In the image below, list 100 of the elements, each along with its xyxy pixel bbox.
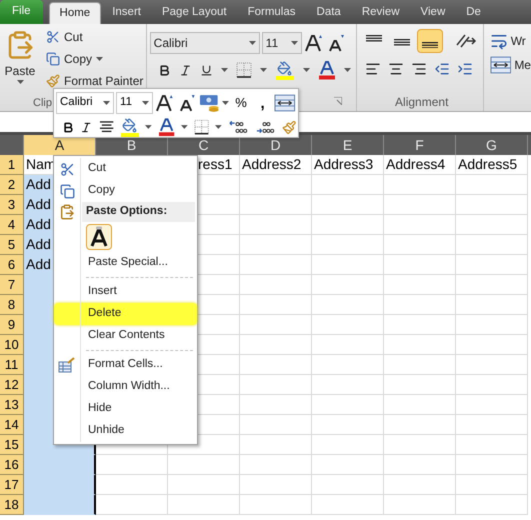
row-header[interactable]: 15 [0, 435, 24, 455]
fill-color-icon[interactable] [120, 118, 140, 136]
caret-icon [103, 101, 110, 105]
bold-icon[interactable] [62, 120, 74, 134]
row-header[interactable]: 2 [0, 175, 24, 195]
row-header[interactable]: 10 [0, 335, 24, 355]
cell [456, 415, 528, 435]
menu-item[interactable]: Column Width... [54, 376, 197, 398]
column-header[interactable]: A [24, 135, 96, 155]
decrease-indent-icon[interactable] [434, 61, 450, 77]
ribbon-tab[interactable]: Review [352, 2, 410, 24]
cell [312, 215, 384, 235]
wrap-text-button[interactable]: Wr [490, 32, 531, 50]
ribbon-tab[interactable]: De [456, 2, 491, 24]
row-header[interactable]: 5 [0, 235, 24, 255]
cell [312, 315, 384, 335]
row-header[interactable]: 11 [0, 355, 24, 375]
caret-icon [145, 125, 152, 129]
cell [312, 415, 384, 435]
menu-item[interactable]: Format Cells... [54, 354, 197, 376]
cell [240, 395, 312, 415]
accounting-format-icon[interactable] [198, 93, 220, 113]
cell [312, 395, 384, 415]
font-size-field[interactable]: 11 [262, 32, 302, 54]
font-name-field[interactable]: Calibri [150, 32, 260, 54]
italic-icon[interactable] [178, 64, 192, 76]
align-center-icon[interactable] [388, 61, 404, 77]
cell [240, 335, 312, 355]
border-icon[interactable] [236, 62, 252, 78]
row-header[interactable]: 8 [0, 295, 24, 315]
menu-item[interactable]: Insert [54, 281, 197, 303]
font-color-icon[interactable] [158, 117, 176, 137]
cell [456, 435, 528, 455]
ribbon-tab[interactable]: Data [306, 2, 351, 24]
ribbon-tab[interactable]: File [0, 0, 43, 24]
percent-button[interactable]: % [231, 93, 251, 113]
grow-font-icon[interactable] [155, 93, 176, 113]
cut-button[interactable]: Cut [46, 30, 144, 44]
italic-icon[interactable] [80, 120, 93, 134]
bold-icon[interactable] [158, 64, 171, 76]
center-align-icon[interactable] [98, 120, 114, 134]
underline-icon[interactable] [200, 64, 213, 76]
menu-item[interactable]: Clear Contents [54, 325, 197, 347]
cell [312, 175, 384, 195]
cell [312, 335, 384, 355]
merge-button[interactable]: Me [490, 56, 531, 74]
row-header[interactable]: 7 [0, 275, 24, 295]
border-icon[interactable] [194, 119, 209, 135]
paintbrush-icon [46, 74, 60, 88]
paintbrush-icon[interactable] [282, 120, 296, 134]
align-left-icon[interactable] [364, 61, 381, 77]
bottom-align-icon[interactable] [416, 29, 443, 53]
row-header[interactable]: 18 [0, 495, 24, 515]
font-size-field[interactable]: 11 [116, 92, 154, 114]
row-header[interactable]: 14 [0, 415, 24, 435]
ribbon-tab[interactable]: View [410, 2, 456, 24]
cell [456, 475, 528, 495]
format-painter-button[interactable]: Format Painter [46, 74, 144, 88]
row-header[interactable]: 9 [0, 315, 24, 335]
orientation-icon[interactable] [454, 33, 479, 49]
row-header[interactable]: 1 [0, 155, 24, 175]
merge-icon[interactable] [490, 56, 512, 74]
cell [240, 215, 312, 235]
menu-item[interactable]: Unhide [54, 420, 197, 442]
dialog-launcher-icon[interactable] [334, 97, 342, 105]
merge-center-icon[interactable] [274, 94, 296, 112]
row-header[interactable]: 13 [0, 395, 24, 415]
align-right-icon[interactable] [410, 61, 427, 77]
ribbon-tab[interactable]: Formulas [238, 2, 306, 24]
row-header[interactable]: 12 [0, 375, 24, 395]
copy-button[interactable]: Copy [46, 52, 144, 66]
ribbon-tab[interactable]: Insert [102, 2, 151, 24]
row-header[interactable]: 17 [0, 475, 24, 495]
shrink-font-icon[interactable] [177, 93, 197, 113]
comma-button[interactable]: , [252, 96, 272, 110]
cell [240, 295, 312, 315]
increase-decimal-icon[interactable] [228, 118, 249, 136]
cell [456, 175, 528, 195]
ribbon-tab[interactable]: Home [48, 2, 102, 24]
menu-item[interactable]: Hide [54, 398, 197, 420]
paste-option-button[interactable] [86, 224, 112, 250]
row-header[interactable]: 3 [0, 195, 24, 215]
ribbon-tab[interactable]: Page Layout [152, 2, 237, 24]
cell [240, 495, 312, 515]
row-header[interactable]: 6 [0, 255, 24, 275]
menu-item[interactable]: Delete [54, 303, 197, 325]
caret-icon [16, 80, 24, 84]
font-color-icon[interactable] [318, 60, 336, 80]
increase-indent-icon[interactable] [456, 61, 473, 77]
grow-font-icon[interactable] [304, 33, 324, 53]
row-header[interactable]: 16 [0, 455, 24, 475]
fill-color-icon[interactable] [274, 60, 295, 80]
row-header[interactable]: 4 [0, 215, 24, 235]
font-name-field[interactable]: Calibri [56, 92, 114, 114]
cell [312, 435, 384, 455]
cell [240, 235, 312, 255]
cell [168, 495, 240, 515]
cell [384, 495, 456, 515]
cell [312, 195, 384, 215]
paste-button[interactable]: Paste [0, 30, 40, 93]
